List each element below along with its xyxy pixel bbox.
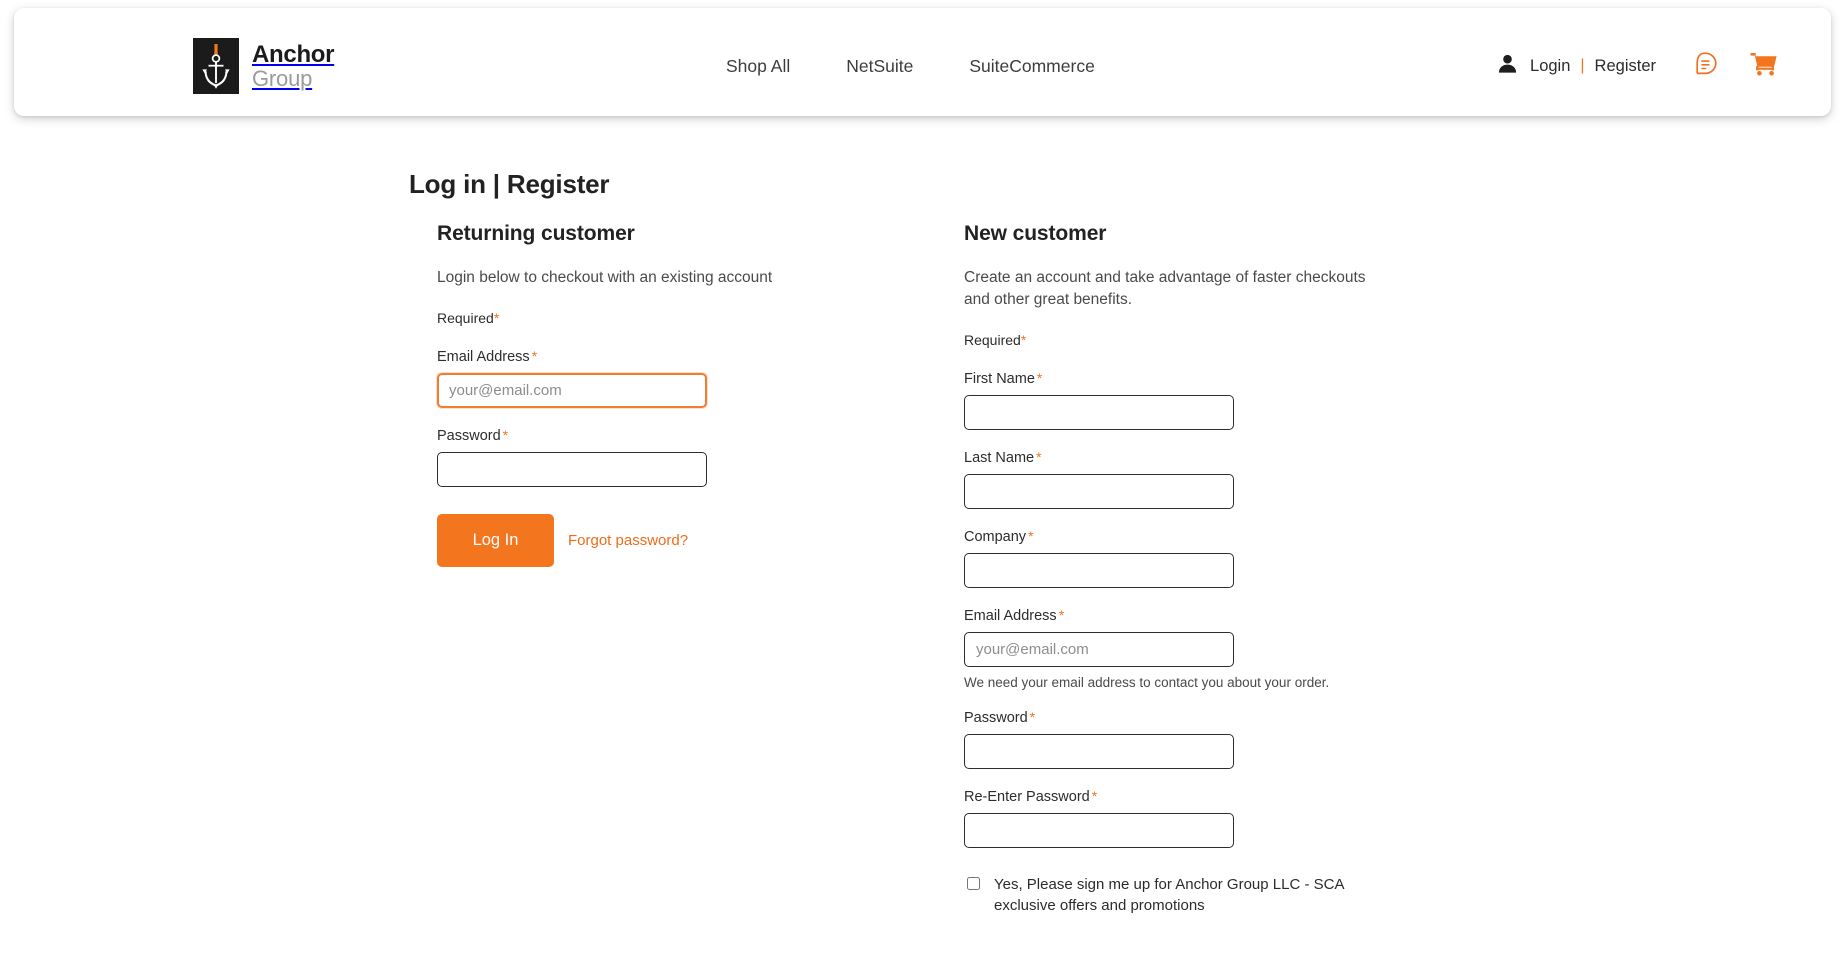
login-password-label-text: Password	[437, 428, 501, 444]
register-email-label-text: Email Address	[964, 608, 1057, 624]
last-name-label-text: Last Name	[964, 450, 1035, 466]
newsletter-checkbox[interactable]	[967, 877, 980, 890]
company-field-group: Company *	[964, 528, 1394, 588]
company-label: Company *	[964, 528, 1394, 545]
register-password-field-group: Password *	[964, 709, 1394, 769]
first-name-label-text: First Name	[964, 371, 1035, 387]
login-password-field-group: Password *	[437, 427, 857, 487]
logo-brand-line2: Group	[252, 65, 313, 91]
register-email-label: Email Address *	[964, 607, 1394, 624]
reenter-password-field-group: Re-Enter Password *	[964, 788, 1394, 848]
required-asterisk: *	[1029, 709, 1036, 725]
new-customer-required-label: Required	[964, 332, 1021, 348]
new-customer-required-note: Required*	[964, 332, 1394, 348]
register-password-label-text: Password	[964, 710, 1028, 726]
required-asterisk: *	[1020, 332, 1027, 348]
account-toolbar: Login | Register	[1497, 51, 1778, 82]
reenter-password-input[interactable]	[964, 813, 1234, 848]
required-asterisk: *	[1036, 370, 1043, 386]
anchor-icon	[193, 38, 239, 94]
quote-bubble-icon[interactable]	[1692, 51, 1718, 82]
account-separator: |	[1580, 57, 1585, 74]
last-name-label: Last Name *	[964, 449, 1394, 466]
reenter-password-label-text: Re-Enter Password	[964, 789, 1090, 805]
login-password-label: Password *	[437, 427, 857, 444]
required-asterisk: *	[502, 427, 509, 443]
required-asterisk: *	[1058, 607, 1065, 623]
last-name-input[interactable]	[964, 474, 1234, 509]
main-navigation: Shop All NetSuite SuiteCommerce	[726, 56, 1095, 77]
required-asterisk: *	[493, 310, 500, 326]
register-email-field-group: Email Address* We need your email addres…	[964, 607, 1394, 690]
register-password-input[interactable]	[964, 734, 1234, 769]
login-email-label-text: Email Address	[437, 349, 530, 365]
required-asterisk: *	[531, 348, 538, 364]
new-customer-section: New customer Create an account and take …	[964, 222, 1394, 917]
log-in-button[interactable]: Log In	[437, 514, 554, 567]
login-link[interactable]: Login	[1530, 57, 1570, 76]
page-root: Anchor Group Shop All NetSuite SuiteComm…	[0, 0, 1845, 969]
logo-brand-line1: Anchor	[252, 40, 335, 68]
returning-customer-subtitle: Login below to checkout with an existing…	[437, 269, 773, 286]
nav-item-shop-all[interactable]: Shop All	[726, 56, 790, 77]
forgot-password-link[interactable]: Forgot password?	[568, 532, 688, 549]
register-email-help-text: We need your email address to contact yo…	[964, 675, 1330, 690]
shopping-cart-icon[interactable]	[1750, 51, 1778, 82]
login-email-input[interactable]	[437, 373, 707, 408]
first-name-input[interactable]	[964, 395, 1234, 430]
newsletter-label: Yes, Please sign me up for Anchor Group …	[994, 876, 1344, 915]
first-name-field-group: First Name *	[964, 370, 1394, 430]
nav-item-suitecommerce[interactable]: SuiteCommerce	[969, 56, 1094, 77]
new-customer-heading: New customer	[964, 222, 1107, 245]
logo-wordmark: Anchor Group	[252, 40, 335, 91]
login-actions-row: Log In Forgot password?	[437, 514, 857, 567]
required-asterisk: *	[1028, 528, 1034, 544]
reenter-password-label: Re-Enter Password *	[964, 788, 1394, 805]
register-link[interactable]: Register	[1595, 57, 1656, 76]
nav-item-netsuite[interactable]: NetSuite	[846, 56, 913, 77]
user-icon	[1497, 53, 1518, 79]
login-password-input[interactable]	[437, 452, 707, 487]
login-email-field-group: Email Address *	[437, 348, 857, 408]
required-asterisk: *	[1091, 788, 1098, 804]
required-asterisk: *	[1036, 449, 1042, 465]
new-customer-subtitle: Create an account and take advantage of …	[964, 269, 1366, 308]
returning-customer-heading: Returning customer	[437, 222, 635, 245]
first-name-label: First Name *	[964, 370, 1394, 387]
site-header: Anchor Group Shop All NetSuite SuiteComm…	[14, 8, 1831, 116]
register-password-label: Password *	[964, 709, 1394, 726]
register-email-input[interactable]	[964, 632, 1234, 667]
page-title: Log in | Register	[409, 169, 610, 200]
newsletter-optin-row: Yes, Please sign me up for Anchor Group …	[964, 874, 1394, 917]
returning-required-label: Required	[437, 310, 494, 326]
company-input[interactable]	[964, 553, 1234, 588]
login-email-label: Email Address *	[437, 348, 857, 365]
company-label-text: Company	[964, 529, 1027, 545]
returning-customer-section: Returning customer Login below to checko…	[437, 222, 857, 567]
site-logo[interactable]: Anchor Group	[193, 38, 335, 94]
returning-required-note: Required*	[437, 310, 857, 326]
last-name-field-group: Last Name *	[964, 449, 1394, 509]
